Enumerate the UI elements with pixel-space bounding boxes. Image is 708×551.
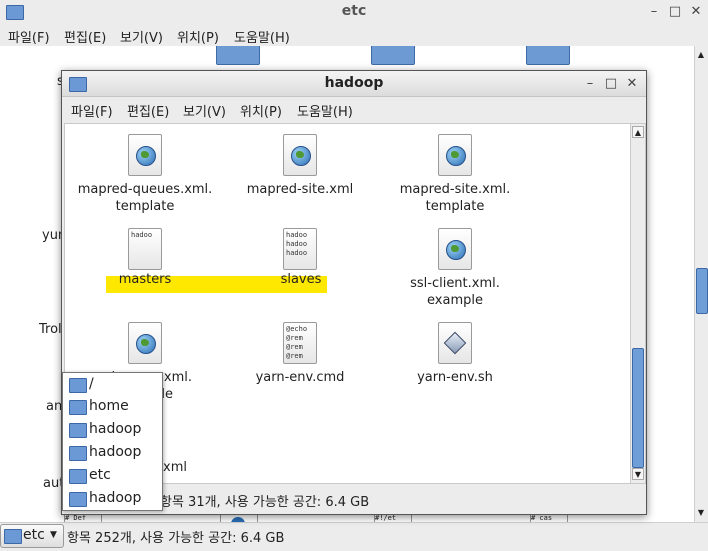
scrollbar-thumb[interactable]: [632, 348, 644, 468]
path-item-label: hadoop: [89, 421, 142, 437]
scroll-down-arrow[interactable]: ▼: [632, 468, 644, 480]
path-item-hadoop[interactable]: hadoop: [63, 419, 162, 441]
background-window-title: etc: [341, 3, 367, 19]
minimize-button[interactable]: –: [582, 76, 598, 92]
background-status-text: 항목 252개, 사용 가능한 공간: 6.4 GB: [67, 531, 285, 546]
globe-doc-icon: [128, 322, 162, 364]
path-dropdown-menu[interactable]: / home hadoop hadoop etc hadoop: [62, 372, 163, 511]
folder-icon[interactable]: [216, 46, 260, 65]
folder-icon: [69, 423, 87, 438]
close-button[interactable]: ✕: [624, 76, 640, 92]
scroll-down-arrow[interactable]: ▼: [696, 508, 706, 518]
scrollbar-thumb[interactable]: [696, 268, 708, 314]
folder-icon: [69, 378, 87, 393]
file-item[interactable]: mapred-queues.xml. template: [70, 134, 220, 215]
globe-doc-icon: [438, 228, 472, 270]
text-doc-icon: hadoo: [128, 228, 162, 270]
menu-location[interactable]: 위치(P): [177, 27, 219, 46]
folder-icon: [69, 469, 87, 484]
path-item-hadoop[interactable]: hadoop: [63, 488, 162, 510]
file-label: yarn-env.cmd: [255, 370, 345, 385]
partial-file-label: an: [46, 399, 63, 414]
menu-help[interactable]: 도움말(H): [297, 101, 353, 120]
hadoop-menubar: 파일(F) 편집(E) 보기(V) 위치(P) 도움말(H): [62, 97, 646, 121]
close-button[interactable]: ✕: [688, 4, 704, 20]
path-item-label: home: [89, 398, 129, 414]
menu-help[interactable]: 도움말(H): [234, 27, 290, 46]
file-item[interactable]: yarn-env.sh: [380, 322, 530, 386]
path-item-etc[interactable]: etc: [63, 465, 162, 487]
folder-icon[interactable]: [371, 46, 415, 65]
file-label: mapred-site.xml. template: [399, 182, 511, 214]
globe-doc-icon: [438, 134, 472, 176]
globe-doc-icon: [283, 134, 317, 176]
file-preview-text: hadoo hadoo hadoo: [286, 231, 308, 257]
folder-icon: [69, 446, 87, 461]
path-item-root[interactable]: /: [63, 374, 162, 396]
menu-view[interactable]: 보기(V): [120, 27, 163, 46]
file-preview-text: @echo @rem @rem @rem: [286, 325, 308, 360]
file-preview-text: hadoo: [131, 231, 153, 239]
folder-icon: [69, 400, 87, 415]
file-preview-text: #!/et: [375, 514, 397, 522]
path-item-hadoop[interactable]: hadoop: [63, 442, 162, 464]
file-label: yarn-env.sh: [417, 370, 493, 385]
file-item[interactable]: ssl-client.xml. example: [380, 228, 530, 309]
minimize-button[interactable]: –: [646, 4, 662, 20]
menu-edit[interactable]: 편집(E): [64, 27, 106, 46]
text-doc-icon: hadoo hadoo hadoo: [283, 228, 317, 270]
menu-location[interactable]: 위치(P): [240, 101, 282, 120]
scroll-up-arrow[interactable]: ▲: [632, 126, 644, 138]
path-item-home[interactable]: home: [63, 396, 162, 418]
menu-file[interactable]: 파일(F): [71, 101, 113, 120]
partial-file-label: Trol: [39, 322, 62, 337]
partial-file-label: xml: [163, 460, 187, 475]
file-preview-text: # Def: [65, 514, 87, 522]
globe-doc-icon: [128, 134, 162, 176]
path-item-label: etc: [89, 467, 111, 483]
file-item[interactable]: mapred-site.xml: [225, 134, 375, 198]
file-label-slaves[interactable]: slaves: [261, 272, 341, 287]
file-label: mapred-queues.xml. template: [77, 182, 213, 214]
maximize-button[interactable]: □: [603, 76, 619, 92]
scroll-up-arrow[interactable]: ▲: [696, 50, 706, 60]
file-item[interactable]: mapred-site.xml. template: [380, 134, 530, 215]
hadoop-status-text: 항목 31개, 사용 가능한 공간: 6.4 GB: [160, 495, 370, 510]
path-button[interactable]: etc ▼: [0, 524, 64, 548]
maximize-button[interactable]: □: [667, 4, 683, 20]
path-item-label: hadoop: [89, 490, 142, 506]
menu-edit[interactable]: 편집(E): [127, 101, 169, 120]
menu-file[interactable]: 파일(F): [8, 27, 50, 46]
shell-script-icon: [438, 322, 472, 364]
folder-icon: [4, 529, 22, 544]
file-item[interactable]: @echo @rem @rem @rem yarn-env.cmd: [225, 322, 375, 386]
file-label: ssl-client.xml. example: [410, 276, 500, 308]
hadoop-scrollbar[interactable]: ▲ ▼: [630, 123, 646, 484]
menu-view[interactable]: 보기(V): [183, 101, 226, 120]
file-label-masters[interactable]: masters: [106, 272, 184, 287]
chevron-down-icon: ▼: [50, 530, 57, 540]
hadoop-window-title: hadoop: [324, 75, 384, 91]
file-label: mapred-site.xml: [246, 182, 354, 197]
path-item-label: hadoop: [89, 444, 142, 460]
background-scrollbar[interactable]: ▲ ▼: [694, 46, 708, 522]
folder-icon: [69, 492, 87, 507]
path-item-label: /: [89, 376, 94, 392]
script-doc-icon: @echo @rem @rem @rem: [283, 322, 317, 364]
folder-icon[interactable]: [526, 46, 570, 65]
path-button-label: etc: [23, 527, 45, 543]
